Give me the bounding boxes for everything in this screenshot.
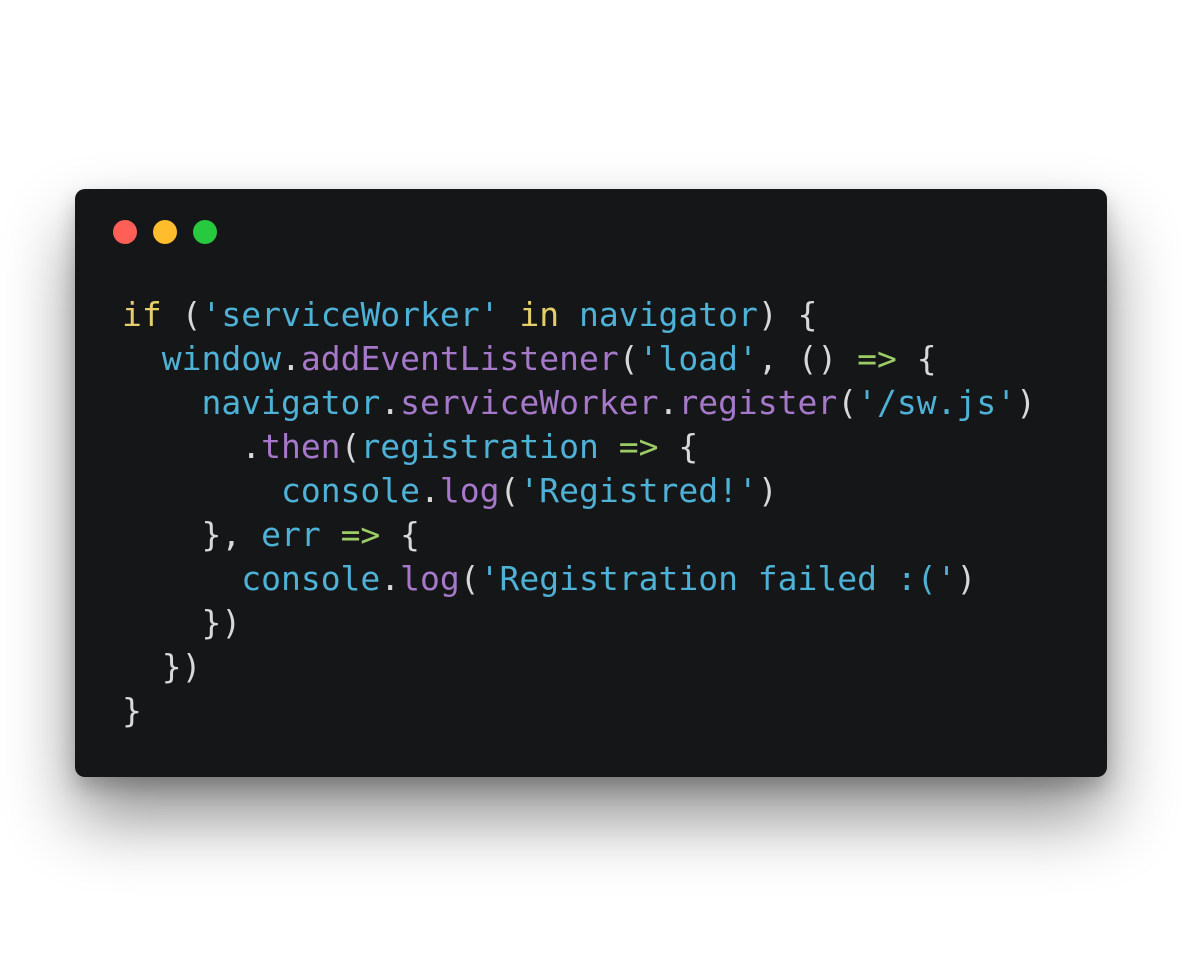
code-line: if ('serviceWorker' in navigator) { <box>122 293 1036 337</box>
code-token-arrow: => <box>857 339 897 378</box>
code-token-identifier: navigator <box>579 295 758 334</box>
code-token-punctuation: , () <box>757 339 858 378</box>
code-token-punctuation: ( <box>459 559 480 598</box>
code-token-identifier: window <box>161 339 281 378</box>
code-token-string: 'load' <box>638 339 758 378</box>
code-token-punctuation: ) <box>1016 383 1036 422</box>
code-line: console.log('Registred!') <box>122 469 1036 513</box>
code-token-identifier: console <box>280 471 421 510</box>
code-token-identifier: console <box>241 559 381 598</box>
code-token-punctuation: ( <box>618 339 639 378</box>
code-token-arrow: => <box>618 427 659 466</box>
code-token-punctuation: . <box>122 427 262 466</box>
code-line: navigator.serviceWorker.register('/sw.js… <box>122 381 1036 425</box>
code-token-punctuation <box>122 559 241 598</box>
code-token-punctuation: ( <box>161 295 202 334</box>
window-controls <box>113 220 217 244</box>
code-token-identifier: registration <box>360 427 599 466</box>
code-token-method: addEventListener <box>300 339 619 378</box>
code-line: } <box>122 689 1036 733</box>
code-token-punctuation: { <box>896 339 937 378</box>
code-token-method: register <box>678 383 838 422</box>
code-token-punctuation: }) <box>122 603 242 642</box>
code-line: window.addEventListener('load', () => { <box>122 337 1036 381</box>
code-token-arrow: => <box>340 515 381 554</box>
code-window: if ('serviceWorker' in navigator) { wind… <box>75 189 1107 777</box>
code-token-punctuation: { <box>380 515 421 554</box>
code-line: }) <box>122 601 1036 645</box>
code-token-punctuation: . <box>380 559 401 598</box>
code-block: if ('serviceWorker' in navigator) { wind… <box>122 293 1036 733</box>
code-token-punctuation: ( <box>837 383 858 422</box>
code-token-string: '/sw.js' <box>857 383 1017 422</box>
code-token-punctuation: ) { <box>757 295 818 334</box>
code-token-punctuation <box>321 515 341 554</box>
code-token-punctuation: ) <box>757 471 778 510</box>
code-token-punctuation: ) <box>956 559 977 598</box>
code-token-method: serviceWorker <box>400 383 659 422</box>
code-line: .then(registration => { <box>122 425 1036 469</box>
code-token-punctuation <box>500 295 520 334</box>
code-line: }) <box>122 645 1036 689</box>
close-button[interactable] <box>113 220 137 244</box>
code-token-punctuation <box>122 471 281 510</box>
code-token-punctuation: ( <box>499 471 520 510</box>
code-token-string: 'serviceWorker' <box>201 295 500 334</box>
code-token-punctuation <box>599 427 619 466</box>
code-token-punctuation <box>122 383 201 422</box>
code-token-punctuation: . <box>420 471 440 510</box>
code-token-punctuation: } <box>122 691 142 730</box>
code-token-punctuation: }) <box>122 647 202 686</box>
code-token-punctuation <box>122 339 162 378</box>
code-token-identifier: navigator <box>201 383 381 422</box>
code-line: console.log('Registration failed :(') <box>122 557 1036 601</box>
code-token-punctuation: . <box>658 383 679 422</box>
code-token-punctuation: { <box>658 427 699 466</box>
code-token-method: then <box>261 427 341 466</box>
code-token-identifier: err <box>261 515 321 554</box>
code-token-string: 'Registration failed :(' <box>479 559 957 598</box>
code-token-punctuation: . <box>380 383 401 422</box>
code-token-method: log <box>400 559 460 598</box>
code-token-punctuation <box>559 295 579 334</box>
code-token-keyword: in <box>519 295 560 334</box>
zoom-button[interactable] <box>193 220 217 244</box>
code-line: }, err => { <box>122 513 1036 557</box>
code-token-keyword: if <box>122 295 162 334</box>
code-token-punctuation: . <box>280 339 301 378</box>
minimize-button[interactable] <box>153 220 177 244</box>
code-token-method: log <box>439 471 500 510</box>
code-token-punctuation: ( <box>340 427 361 466</box>
code-token-string: 'Registred!' <box>519 471 758 510</box>
code-token-punctuation: }, <box>122 515 262 554</box>
